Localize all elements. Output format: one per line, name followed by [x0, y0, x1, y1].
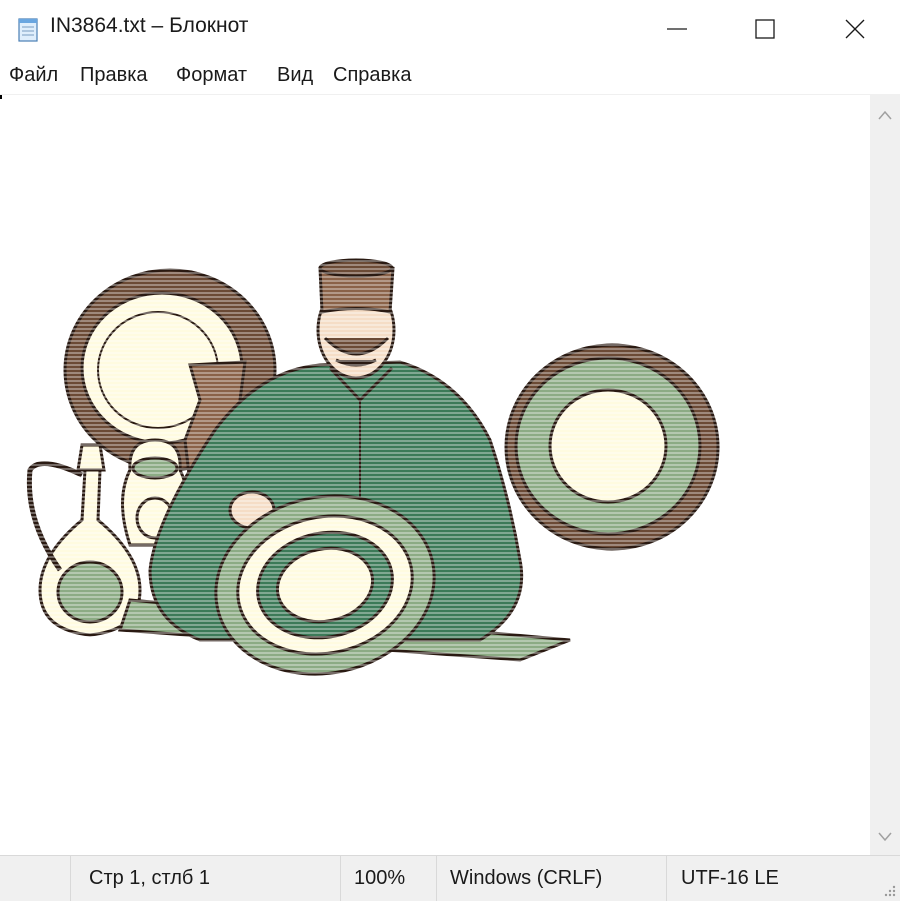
chevron-down-icon [878, 832, 892, 842]
scroll-up-button[interactable] [870, 97, 900, 133]
status-zoom: 100% [354, 867, 406, 889]
vertical-scrollbar[interactable] [870, 95, 900, 855]
status-divider [340, 856, 341, 901]
menu-edit[interactable]: Правка [80, 64, 148, 87]
window-title: IN3864.txt – Блокнот [50, 14, 249, 37]
status-divider [436, 856, 437, 901]
chevron-up-icon [878, 110, 892, 120]
status-encoding: UTF-16 LE [681, 867, 779, 889]
menu-help[interactable]: Справка [333, 64, 411, 87]
maximize-button[interactable] [720, 0, 810, 58]
close-button[interactable] [810, 0, 900, 58]
status-cursor-position: Стр 1, стлб 1 [89, 867, 211, 889]
menu-file[interactable]: Файл [9, 64, 58, 87]
minimize-icon [667, 28, 687, 30]
scroll-down-button[interactable] [870, 819, 900, 855]
menu-bar: Файл Правка Формат Вид Справка [0, 58, 900, 95]
resize-grip-icon[interactable] [882, 883, 896, 897]
status-divider [666, 856, 667, 901]
status-line-ending: Windows (CRLF) [450, 867, 603, 889]
close-icon [845, 19, 865, 39]
notepad-icon [18, 18, 38, 42]
status-divider [70, 856, 71, 901]
text-caret [0, 95, 2, 99]
text-editor-area[interactable] [0, 95, 870, 855]
menu-view[interactable]: Вид [277, 64, 313, 87]
title-bar: IN3864.txt – Блокнот [0, 0, 900, 58]
status-bar: Стр 1, стлб 1 100% Windows (CRLF) UTF-16… [0, 855, 900, 901]
minimize-button[interactable] [632, 0, 722, 58]
menu-format[interactable]: Формат [176, 64, 247, 87]
maximize-icon [755, 19, 775, 39]
ascii-art-illustration [0, 95, 870, 855]
